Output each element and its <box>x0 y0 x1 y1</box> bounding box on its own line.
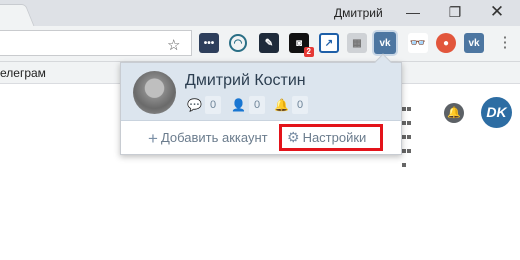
chat-icon: 💬 <box>187 98 202 112</box>
red-circle-extension-icon[interactable]: ● <box>436 33 456 53</box>
add-account-button[interactable]: + Добавить аккаунт <box>148 129 268 149</box>
bell-icon: 🔔 <box>274 98 289 112</box>
messages-stat[interactable]: 💬 0 <box>187 96 221 114</box>
user-icon: 👤 <box>231 98 246 112</box>
browser-menu-icon[interactable]: ⋮ <box>495 34 515 54</box>
wave-extension-icon[interactable]: ◠ <box>229 34 247 52</box>
camera-extension-icon[interactable]: ◙ 2 <box>289 33 314 57</box>
camera-glyph: ◙ <box>295 37 303 49</box>
friends-stat[interactable]: 👤 0 <box>231 96 265 114</box>
messages-count: 0 <box>205 96 221 114</box>
tool-extension-icon[interactable]: ✎ <box>259 33 279 53</box>
bookmark-telegram[interactable]: елеграм <box>0 66 46 80</box>
vk2-extension-icon[interactable]: vk <box>464 33 484 53</box>
add-account-label: Добавить аккаунт <box>160 130 268 145</box>
close-button[interactable]: ✕ <box>486 2 508 22</box>
mask-extension-icon[interactable]: 👓 <box>408 33 428 53</box>
settings-button[interactable]: ⚙ Настройки <box>279 124 383 151</box>
browser-toolbar: ☆ ••• ◠ ✎ ◙ 2 ↗ ▦ vk 👓 ● vk ⋮ <box>0 26 520 62</box>
popup-header: Дмитрий Костин 💬 0 👤 0 🔔 0 <box>121 63 401 120</box>
address-bar[interactable]: ☆ <box>0 30 192 56</box>
bookmark-star-icon[interactable]: ☆ <box>167 36 180 54</box>
vk-extension-icon[interactable]: vk <box>374 32 396 54</box>
arrow-extension-icon[interactable]: ↗ <box>319 33 339 53</box>
gray-extension-icon[interactable]: ▦ <box>347 33 367 53</box>
profile-avatar[interactable] <box>133 71 176 114</box>
plus-icon: + <box>148 129 158 148</box>
notifications-stat[interactable]: 🔔 0 <box>274 96 308 114</box>
settings-label: Настройки <box>302 130 367 145</box>
maximize-button[interactable]: ❐ <box>444 2 466 22</box>
extension-badge: 2 <box>303 47 314 57</box>
dots-extension-icon[interactable]: ••• <box>199 33 219 53</box>
profile-name[interactable]: Дмитрий <box>334 6 383 20</box>
title-bar: Дмитрий — ❐ ✕ <box>0 0 520 26</box>
friends-count: 0 <box>249 96 265 114</box>
profile-full-name[interactable]: Дмитрий Костин <box>185 72 306 90</box>
gear-icon: ⚙ <box>287 129 300 145</box>
notification-bell-icon[interactable]: 🔔 <box>444 103 464 123</box>
apps-grid-icon[interactable] <box>402 101 416 167</box>
minimize-button[interactable]: — <box>402 2 424 22</box>
popup-footer: + Добавить аккаунт ⚙ Настройки <box>121 120 401 154</box>
notifications-count: 0 <box>292 96 308 114</box>
avatar[interactable]: DK <box>481 97 512 128</box>
vk-extension-popup: Дмитрий Костин 💬 0 👤 0 🔔 0 + Добавить акк… <box>120 53 402 155</box>
browser-tab[interactable] <box>0 4 35 26</box>
